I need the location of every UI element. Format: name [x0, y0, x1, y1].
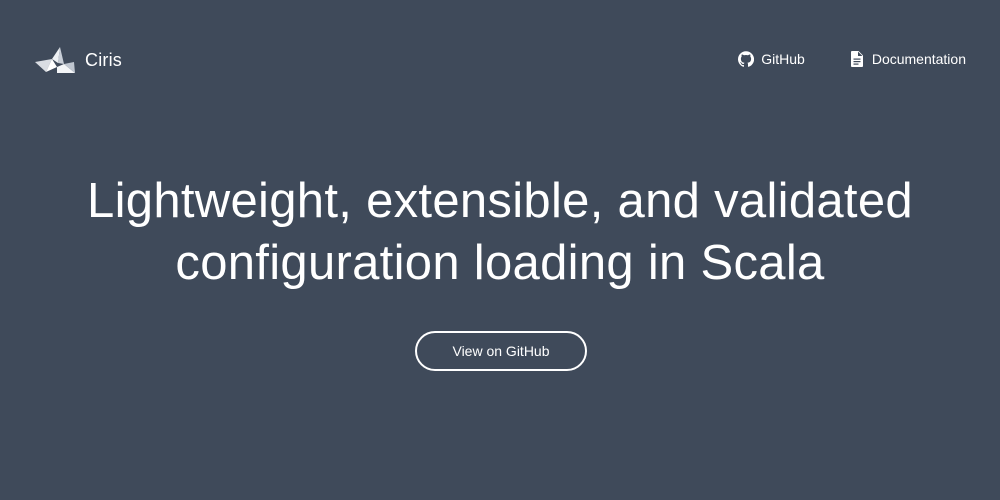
brand-home-link[interactable]: Ciris [34, 44, 122, 76]
nav-github-label: GitHub [761, 51, 805, 67]
nav-github-link[interactable]: GitHub [738, 49, 805, 69]
brand-name: Ciris [85, 50, 122, 70]
hero-title-line-2: configuration loading in Scala [175, 236, 825, 290]
github-icon [738, 51, 755, 67]
hero-title-line-1: Lightweight, extensible, and validated [87, 174, 913, 228]
main-navigation: GitHub Documentation [738, 49, 966, 69]
origami-bird-logo-icon [35, 47, 75, 73]
hero-title: Lightweight, extensible, and validated c… [40, 170, 960, 294]
view-on-github-button[interactable]: View on GitHub [415, 331, 587, 371]
document-icon [850, 51, 863, 67]
nav-documentation-label: Documentation [871, 51, 966, 67]
top-navigation-bar: Ciris GitHub Documentation [0, 0, 1000, 120]
nav-documentation-link[interactable]: Documentation [849, 49, 966, 69]
hero-section: Lightweight, extensible, and validated c… [0, 170, 1000, 294]
